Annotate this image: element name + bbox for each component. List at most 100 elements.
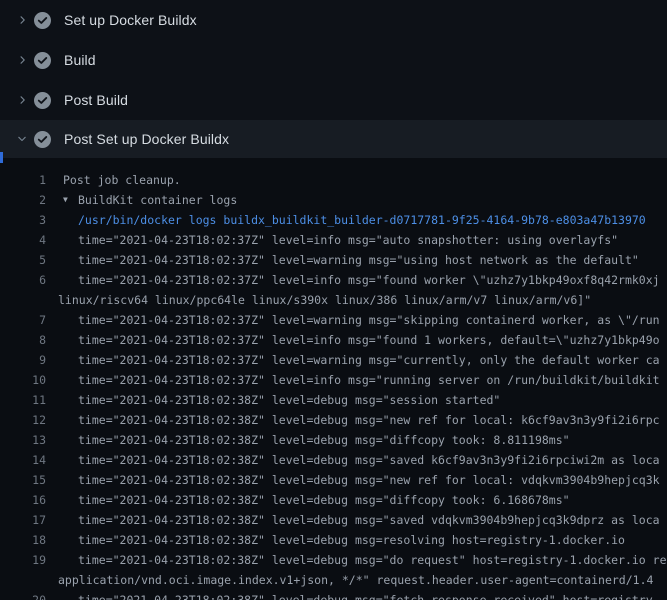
log-text: time="2021-04-23T18:02:37Z" level=info m… <box>78 373 660 387</box>
step-row-post-build[interactable]: Post Build <box>0 80 667 120</box>
log-line[interactable]: 20 time="2021-04-23T18:02:38Z" level=debu… <box>0 590 667 600</box>
log-text: time="2021-04-23T18:02:37Z" level=warnin… <box>78 313 660 327</box>
log-line-number[interactable]: 17 <box>0 510 46 530</box>
log-text: time="2021-04-23T18:02:38Z" level=debug … <box>78 593 660 600</box>
step-label: Build <box>64 52 96 68</box>
log-line[interactable]: 2▼BuildKit container logs <box>0 190 667 210</box>
log-line-number[interactable]: 3 <box>0 210 46 230</box>
log-line[interactable]: 6time="2021-04-23T18:02:37Z" level=info … <box>0 270 667 290</box>
log-text: BuildKit container logs <box>78 193 237 207</box>
log-text: time="2021-04-23T18:02:37Z" level=warnin… <box>78 353 660 367</box>
log-line-number[interactable]: 1 <box>0 170 46 190</box>
log-line[interactable]: 13 time="2021-04-23T18:02:38Z" level=debu… <box>0 430 667 450</box>
log-line-number[interactable]: 7 <box>0 310 46 330</box>
chevron-right-icon[interactable] <box>14 12 30 28</box>
step-row-set-up-docker-buildx[interactable]: Set up Docker Buildx <box>0 0 667 40</box>
log-line-number[interactable]: 10 <box>0 370 46 390</box>
log-line-text: time="2021-04-23T18:02:38Z" level=debug … <box>46 450 660 470</box>
focus-accent-strip <box>0 152 3 163</box>
log-line[interactable]: 9 time="2021-04-23T18:02:37Z" level=warni… <box>0 350 667 370</box>
log-line-text: time="2021-04-23T18:02:38Z" level=debug … <box>46 430 570 450</box>
log-line-text: time="2021-04-23T18:02:37Z" level=info m… <box>46 330 660 350</box>
log-text: time="2021-04-23T18:02:38Z" level=debug … <box>78 533 625 547</box>
log-line[interactable]: 5 time="2021-04-23T18:02:37Z" level=warni… <box>0 250 667 270</box>
chevron-right-icon[interactable] <box>14 92 30 108</box>
log-line-text: time="2021-04-23T18:02:37Z" level=warnin… <box>46 350 660 370</box>
log-line-text: time="2021-04-23T18:02:38Z" level=debug … <box>46 390 500 410</box>
log-line-text: time="2021-04-23T18:02:38Z" level=debug … <box>46 410 660 430</box>
workflow-steps-list: Set up Docker Buildx Build Post Build Po… <box>0 0 667 158</box>
log-line[interactable]: 3/usr/bin/docker logs buildx_buildkit_bu… <box>0 210 667 230</box>
log-line-number[interactable]: 9 <box>0 350 46 370</box>
step-row-build[interactable]: Build <box>0 40 667 80</box>
log-command-link[interactable]: /usr/bin/docker logs buildx_buildkit_bui… <box>46 210 646 230</box>
log-text: Post job cleanup. <box>63 173 181 187</box>
log-line-text: time="2021-04-23T18:02:38Z" level=debug … <box>46 530 625 550</box>
check-circle-icon <box>34 131 51 148</box>
log-line[interactable]: 7 time="2021-04-23T18:02:37Z" level=warni… <box>0 310 667 330</box>
log-line-number[interactable]: 16 <box>0 490 46 510</box>
log-line-number[interactable]: 20 <box>0 590 46 600</box>
log-text: time="2021-04-23T18:02:37Z" level=warnin… <box>78 253 639 267</box>
step-label: Set up Docker Buildx <box>64 12 197 28</box>
log-line-number[interactable]: 18 <box>0 530 46 550</box>
log-line-text: time="2021-04-23T18:02:37Z" level=info m… <box>46 270 660 290</box>
check-circle-icon <box>34 92 51 109</box>
log-text: /usr/bin/docker logs buildx_buildkit_bui… <box>78 213 646 227</box>
log-text: time="2021-04-23T18:02:38Z" level=debug … <box>78 473 660 487</box>
log-text: time="2021-04-23T18:02:38Z" level=debug … <box>78 393 500 407</box>
log-line-number[interactable]: 19 <box>0 550 46 570</box>
log-line[interactable]: 17 time="2021-04-23T18:02:38Z" level=debu… <box>0 510 667 530</box>
log-line[interactable]: 4 time="2021-04-23T18:02:37Z" level=info … <box>0 230 667 250</box>
log-line-text: time="2021-04-23T18:02:37Z" level=warnin… <box>46 310 660 330</box>
log-line-text: linux/riscv64 linux/ppc64le linux/s390x … <box>46 290 591 310</box>
log-line[interactable]: 11 time="2021-04-23T18:02:38Z" level=debu… <box>0 390 667 410</box>
log-line-number[interactable]: 8 <box>0 330 46 350</box>
chevron-right-icon[interactable] <box>14 52 30 68</box>
log-line[interactable]: application/vnd.oci.image.index.v1+json,… <box>0 570 667 590</box>
log-line-number[interactable]: 2 <box>0 190 46 210</box>
log-line-number[interactable]: 6 <box>0 270 46 290</box>
log-line[interactable]: 10 time="2021-04-23T18:02:37Z" level=info… <box>0 370 667 390</box>
log-line-text: time="2021-04-23T18:02:37Z" level=info m… <box>46 370 660 390</box>
log-line[interactable]: 8 time="2021-04-23T18:02:37Z" level=info … <box>0 330 667 350</box>
log-line-text: ▼BuildKit container logs <box>46 190 237 210</box>
log-text: linux/riscv64 linux/ppc64le linux/s390x … <box>58 293 591 307</box>
log-line[interactable]: 14 time="2021-04-23T18:02:38Z" level=debu… <box>0 450 667 470</box>
log-line-number[interactable]: 11 <box>0 390 46 410</box>
log-line-text: application/vnd.oci.image.index.v1+json,… <box>46 570 653 590</box>
log-line-number[interactable]: 5 <box>0 250 46 270</box>
log-line[interactable]: 18 time="2021-04-23T18:02:38Z" level=debu… <box>0 530 667 550</box>
log-text: time="2021-04-23T18:02:38Z" level=debug … <box>78 453 660 467</box>
step-label: Post Build <box>64 92 128 108</box>
log-text: time="2021-04-23T18:02:38Z" level=debug … <box>78 433 570 447</box>
step-label: Post Set up Docker Buildx <box>64 131 229 147</box>
log-text: application/vnd.oci.image.index.v1+json,… <box>58 573 653 587</box>
log-line-text: time="2021-04-23T18:02:38Z" level=debug … <box>46 590 660 600</box>
log-line[interactable]: linux/riscv64 linux/ppc64le linux/s390x … <box>0 290 667 310</box>
log-line-number[interactable]: 4 <box>0 230 46 250</box>
log-text: time="2021-04-23T18:02:38Z" level=debug … <box>78 493 570 507</box>
check-circle-icon <box>34 12 51 29</box>
log-line[interactable]: 15 time="2021-04-23T18:02:38Z" level=debu… <box>0 470 667 490</box>
log-line-text: time="2021-04-23T18:02:37Z" level=info m… <box>46 230 618 250</box>
log-text: time="2021-04-23T18:02:38Z" level=debug … <box>78 413 660 427</box>
log-text: time="2021-04-23T18:02:38Z" level=debug … <box>78 513 660 527</box>
log-line-number[interactable]: 15 <box>0 470 46 490</box>
step-row-post-set-up-docker-buildx[interactable]: Post Set up Docker Buildx <box>0 120 667 158</box>
log-line[interactable]: 1 Post job cleanup. <box>0 170 667 190</box>
log-line[interactable]: 12 time="2021-04-23T18:02:38Z" level=debu… <box>0 410 667 430</box>
log-line[interactable]: 19 time="2021-04-23T18:02:38Z" level=debu… <box>0 550 667 570</box>
log-text: time="2021-04-23T18:02:37Z" level=info m… <box>78 233 618 247</box>
log-line-text: time="2021-04-23T18:02:38Z" level=debug … <box>46 490 570 510</box>
log-line-text: Post job cleanup. <box>46 170 181 190</box>
log-line[interactable]: 16 time="2021-04-23T18:02:38Z" level=debu… <box>0 490 667 510</box>
log-line-number[interactable]: 13 <box>0 430 46 450</box>
log-line-number[interactable]: 14 <box>0 450 46 470</box>
group-toggle-icon[interactable]: ▼ <box>63 190 78 210</box>
check-circle-icon <box>34 52 51 69</box>
chevron-down-icon[interactable] <box>14 131 30 147</box>
log-text: time="2021-04-23T18:02:38Z" level=debug … <box>78 553 667 567</box>
log-line-number[interactable]: 12 <box>0 410 46 430</box>
log-text: time="2021-04-23T18:02:37Z" level=info m… <box>78 333 660 347</box>
